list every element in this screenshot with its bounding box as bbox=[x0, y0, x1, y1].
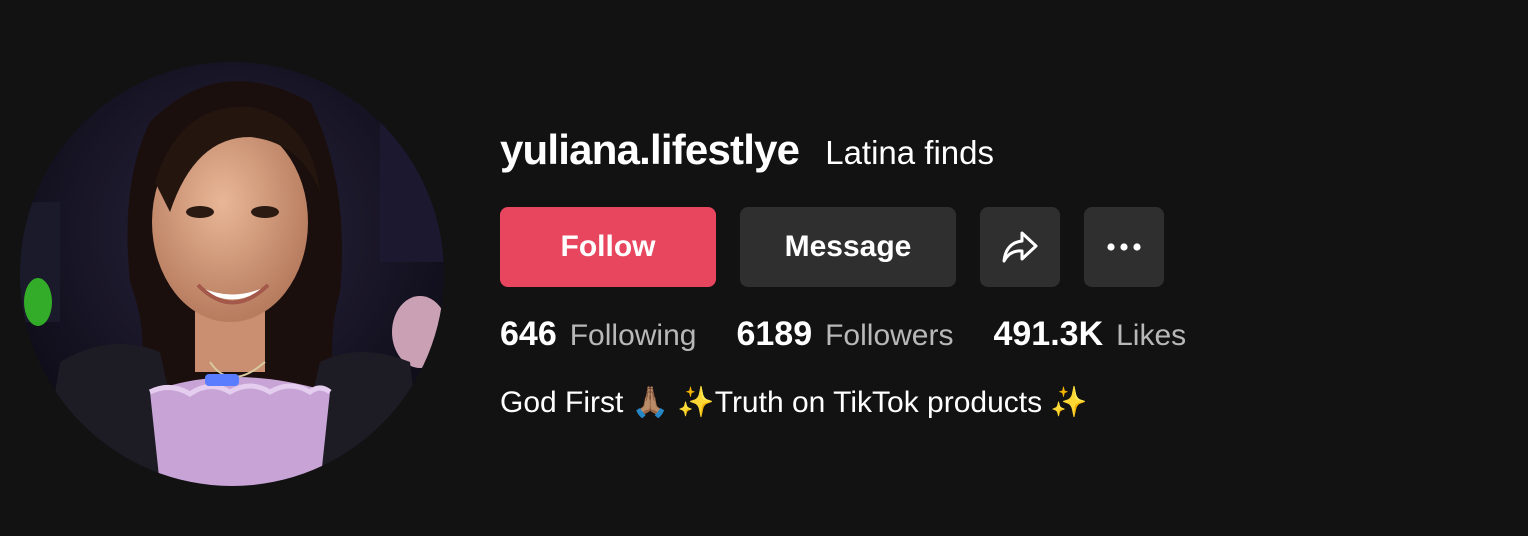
followers-label: Followers bbox=[825, 319, 954, 352]
follow-button[interactable]: Follow bbox=[500, 207, 716, 287]
likes-stat: 491.3K Likes bbox=[993, 315, 1186, 354]
bio-text: God First 🙏🏽 ✨Truth on TikTok products ✨ bbox=[500, 386, 1088, 419]
more-dots-icon bbox=[1107, 243, 1141, 251]
share-arrow-icon bbox=[1002, 231, 1038, 263]
username: yuliana.lifestlye bbox=[500, 126, 800, 173]
share-button[interactable] bbox=[980, 207, 1060, 287]
following-label: Following bbox=[569, 319, 697, 352]
action-buttons: Follow Message bbox=[500, 207, 1460, 287]
avatar-photo bbox=[20, 62, 444, 486]
stats-row: 646 Following 6189 Followers 491.3K Like… bbox=[500, 315, 1460, 355]
nickname: Latina finds bbox=[825, 134, 995, 171]
following-stat[interactable]: 646 Following bbox=[500, 315, 696, 354]
likes-label: Likes bbox=[1116, 319, 1187, 352]
more-button[interactable] bbox=[1084, 207, 1164, 287]
following-count: 646 bbox=[500, 315, 557, 353]
followers-count: 6189 bbox=[736, 315, 813, 353]
likes-count: 491.3K bbox=[993, 315, 1104, 353]
followers-stat[interactable]: 6189 Followers bbox=[736, 315, 953, 354]
profile-header: yuliana.lifestlye Latina finds Follow Me… bbox=[0, 0, 1528, 536]
title-row: yuliana.lifestlye Latina finds bbox=[500, 126, 1460, 184]
message-button[interactable]: Message bbox=[740, 207, 956, 287]
profile-info: yuliana.lifestlye Latina finds Follow Me… bbox=[500, 126, 1460, 420]
avatar[interactable] bbox=[20, 62, 444, 486]
